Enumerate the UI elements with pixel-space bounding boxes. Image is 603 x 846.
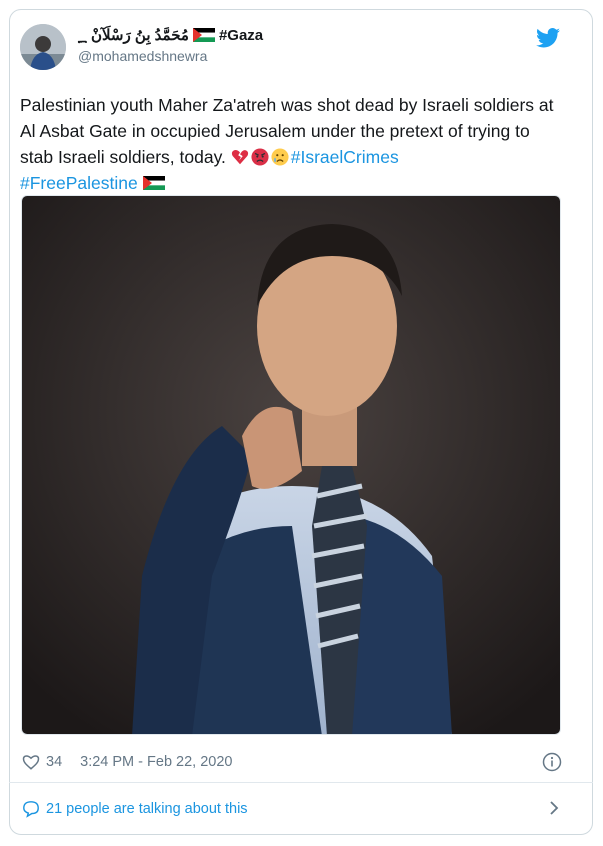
tweet-header: مُحَمَّدُ بِنُ رَسْلَآنْ ؁ #Gaza @mohame…	[20, 24, 564, 80]
user-handle[interactable]: @mohamedshnewra	[78, 48, 263, 64]
tweet-photo[interactable]	[21, 195, 561, 735]
display-name-hashtag: #Gaza	[218, 26, 264, 44]
crying-face-icon	[271, 148, 289, 166]
hashtag-freepalestine[interactable]: #FreePalestine	[20, 173, 138, 193]
twitter-bird-icon[interactable]	[536, 28, 560, 48]
heart-outline-icon[interactable]	[22, 753, 40, 771]
conversation-text: 21 people are talking about this	[46, 801, 248, 817]
tweet-timestamp[interactable]: 3:24 PM - Feb 22, 2020	[80, 754, 232, 770]
display-name-arabic: مُحَمَّدُ بِنُ رَسْلَآنْ ؁	[78, 27, 189, 44]
avatar[interactable]	[20, 24, 66, 70]
palestine-flag-icon	[192, 28, 215, 42]
like-count[interactable]: 34	[46, 754, 62, 770]
divider	[9, 782, 593, 783]
hashtag-israelcrimes[interactable]: #IsraelCrimes	[291, 147, 399, 167]
speech-bubble-icon	[23, 801, 39, 818]
info-icon[interactable]	[542, 752, 562, 772]
broken-heart-icon	[231, 150, 248, 165]
angry-face-icon	[251, 148, 269, 166]
display-name[interactable]: مُحَمَّدُ بِنُ رَسْلَآنْ ؁ #Gaza	[78, 26, 264, 45]
tweet-text: Palestinian youth Maher Za'atreh was sho…	[20, 92, 560, 196]
palestine-flag-icon	[142, 176, 165, 190]
chevron-right-icon[interactable]	[546, 799, 562, 817]
tweet-meta: 34 3:24 PM - Feb 22, 2020	[22, 750, 562, 774]
conversation-link[interactable]: 21 people are talking about this	[22, 795, 562, 823]
